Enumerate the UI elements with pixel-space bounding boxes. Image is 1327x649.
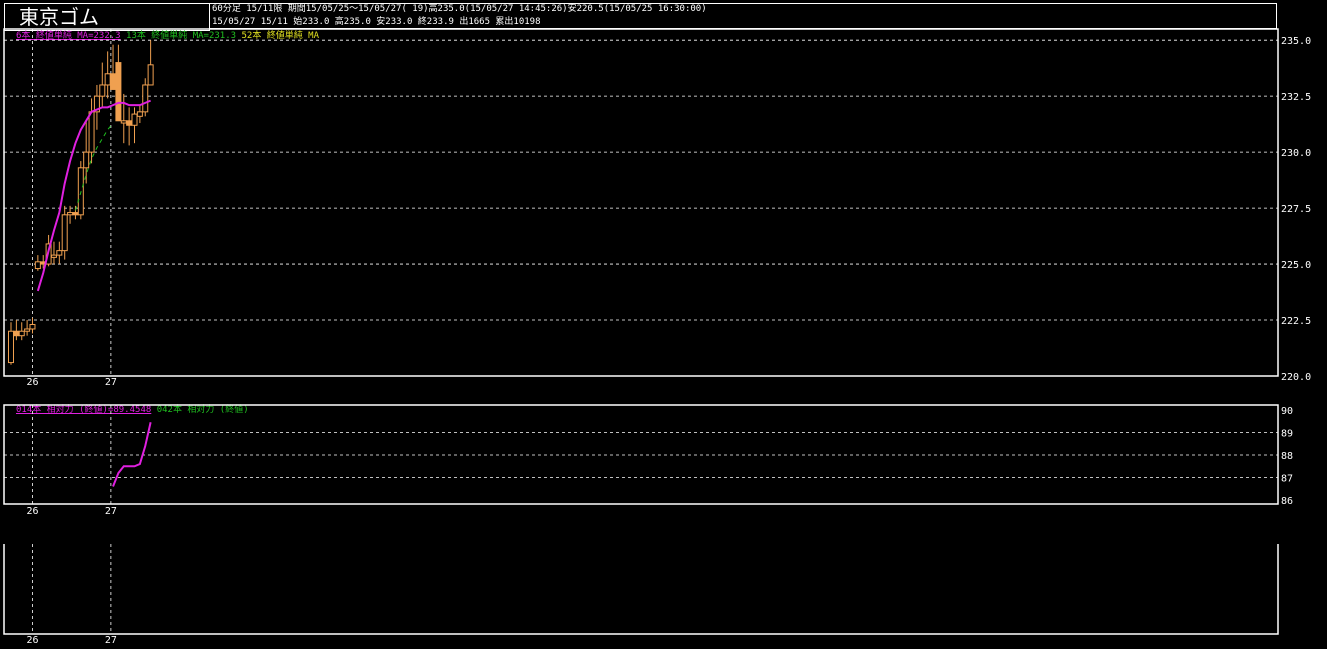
candle-body xyxy=(24,328,31,332)
rsi-tick-label: 88 xyxy=(1281,451,1293,462)
lower-x-tick-label: 26 xyxy=(26,635,38,646)
price-tick-label: 232.5 xyxy=(1281,92,1311,103)
rsi-tick-label: 89 xyxy=(1281,429,1293,440)
candle-body xyxy=(34,261,41,270)
lower-panel-frame xyxy=(3,544,1279,635)
price-x-tick-label: 27 xyxy=(105,377,117,388)
rsi-tick-label: 86 xyxy=(1281,496,1293,507)
candle-body xyxy=(67,212,74,216)
candle-body xyxy=(13,330,20,337)
chart-canvas: 235.0 232.5 230.0 227.5 225.0 222.5 220.0 26 27 2… xyxy=(3,28,1311,646)
candle-body xyxy=(142,84,149,113)
candle-body xyxy=(29,324,36,330)
price-x-tick-label: 26 xyxy=(26,377,38,388)
lower-x-tick-label: 27 xyxy=(105,635,117,646)
candle-body xyxy=(136,111,143,117)
price-tick-label: 220.0 xyxy=(1281,372,1311,383)
candle-body xyxy=(18,330,25,337)
price-tick-label: 225.0 xyxy=(1281,260,1311,271)
price-tick-label: 230.0 xyxy=(1281,148,1311,159)
rsi-x-tick-label: 26 xyxy=(26,506,38,517)
candle-body xyxy=(56,250,63,256)
rsi14-line xyxy=(112,422,152,487)
price-tick-label: 222.5 xyxy=(1281,316,1311,327)
candle-body xyxy=(61,214,68,252)
price-tick-label: 235.0 xyxy=(1281,36,1311,47)
candle-body xyxy=(99,84,106,97)
candle-body xyxy=(110,73,117,90)
price-tick-label: 227.5 xyxy=(1281,204,1311,215)
candle-body xyxy=(88,111,95,153)
rsi-tick-label: 90 xyxy=(1281,406,1293,417)
candle-body xyxy=(50,254,57,258)
rsi-x-tick-label: 27 xyxy=(105,506,117,517)
candle-body xyxy=(8,330,14,364)
rsi-tick-label: 87 xyxy=(1281,474,1293,485)
candle-body xyxy=(115,62,122,122)
candle-body xyxy=(120,120,127,124)
candle-body xyxy=(126,120,133,126)
candle-body xyxy=(131,113,138,126)
candle-body xyxy=(72,212,79,216)
candle-body xyxy=(104,73,111,86)
price-panel-frame xyxy=(3,28,1279,377)
candle-body xyxy=(83,151,90,169)
rsi-panel-frame xyxy=(3,404,1279,505)
candle-body xyxy=(147,64,154,86)
